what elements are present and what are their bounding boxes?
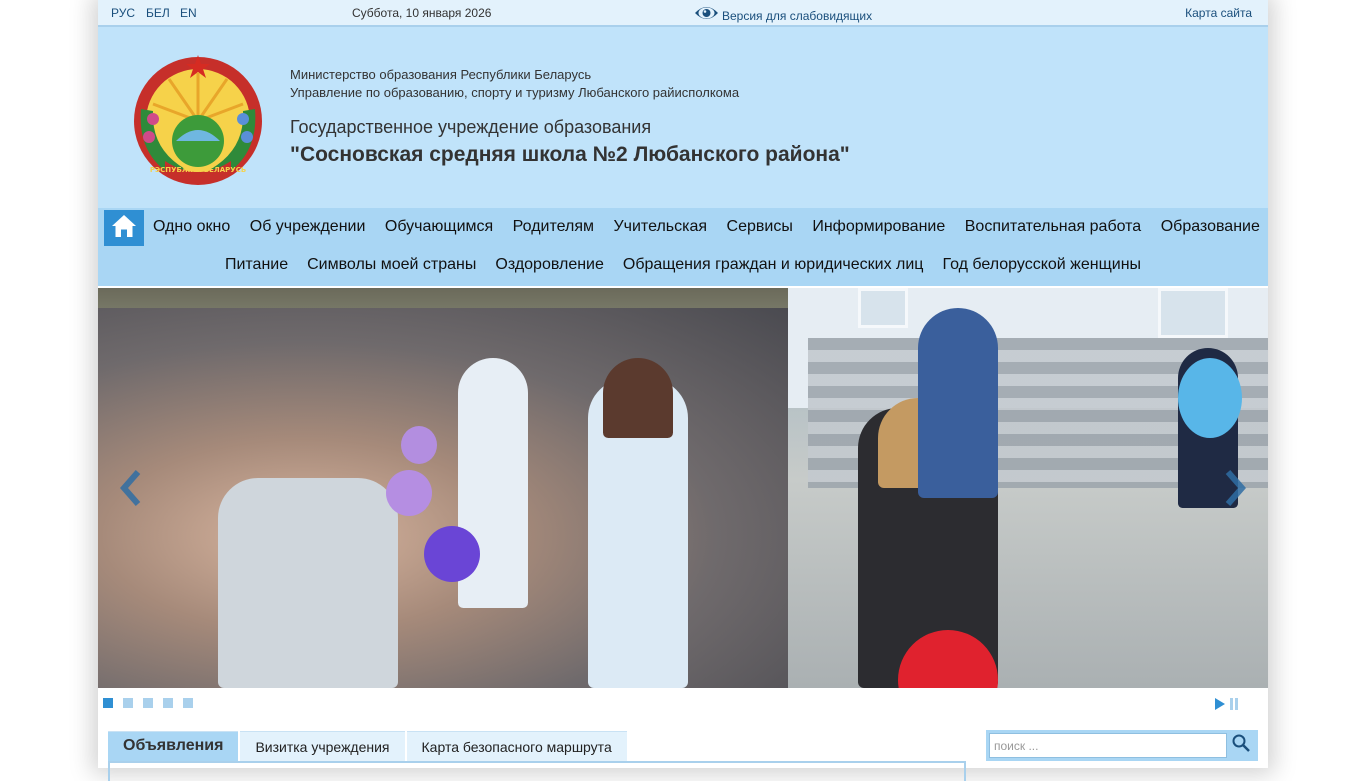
nav-item[interactable]: Родителям (513, 218, 594, 236)
slide-person (918, 308, 998, 498)
nav-item[interactable]: Сервисы (727, 218, 793, 236)
eye-icon (694, 3, 719, 26)
home-icon (111, 214, 137, 243)
lang-by-link[interactable]: БЕЛ (146, 6, 170, 20)
pause-icon (1230, 697, 1238, 714)
site-header: РЭСПУБЛІКА БЕЛАРУСЬ Министерство образов… (98, 27, 1268, 208)
slider-next-button[interactable] (1220, 468, 1250, 508)
chevron-right-icon (1220, 470, 1250, 512)
slider-pause-button[interactable] (1230, 697, 1238, 715)
search-icon (1232, 734, 1250, 757)
belarus-emblem-logo[interactable]: РЭСПУБЛІКА БЕЛАРУСЬ (129, 49, 267, 187)
nav-row-primary: Одно окно Об учреждении Обучающимся Родител… (153, 218, 1279, 236)
current-date: Суббота, 10 января 2026 (352, 6, 492, 20)
nav-item[interactable]: Одно окно (153, 218, 230, 236)
nav-item[interactable]: Обращения граждан и юридических лиц (623, 256, 924, 274)
low-vision-link[interactable]: Версия для слабовидящих (694, 3, 872, 26)
nav-item[interactable]: Образование (1161, 218, 1260, 236)
slider-dot[interactable] (143, 698, 153, 708)
content-tabs: Объявления Визитка учреждения Карта безопа… (108, 731, 629, 761)
ministry-name: Министерство образования Республики Бела… (290, 67, 592, 82)
search-box (986, 730, 1258, 761)
search-input[interactable] (989, 733, 1227, 758)
slider-dot[interactable] (183, 698, 193, 708)
slider-play-button[interactable] (1214, 697, 1225, 715)
nav-item[interactable]: Оздоровление (495, 256, 604, 274)
chevron-left-icon (116, 470, 146, 512)
nav-item[interactable]: Символы моей страны (307, 256, 476, 274)
slide-person (218, 478, 398, 688)
emblem-text: РЭСПУБЛІКА БЕЛАРУСЬ (150, 166, 246, 174)
slide-window (858, 288, 908, 328)
nav-item[interactable]: Год белорусской женщины (942, 256, 1141, 274)
slider-dot[interactable] (103, 698, 113, 708)
sitemap-link[interactable]: Карта сайта (1185, 6, 1252, 20)
tab[interactable]: Карта безопасного маршрута (406, 731, 627, 761)
slide-balloon (401, 426, 437, 464)
slide-balloon (386, 470, 432, 516)
nav-item[interactable]: Об учреждении (250, 218, 366, 236)
org-type: Государственное учреждение образования (290, 117, 652, 137)
home-button[interactable] (104, 210, 144, 246)
play-icon (1214, 697, 1225, 714)
tab-panel (108, 761, 966, 781)
photo-slider[interactable] (98, 288, 1268, 688)
nav-item[interactable]: Учительская (613, 218, 707, 236)
slide-balloon (1178, 358, 1242, 438)
low-vision-label: Версия для слабовидящих (722, 8, 873, 23)
department-name: Управление по образованию, спорту и тури… (290, 85, 740, 100)
nav-item[interactable]: Информирование (812, 218, 945, 236)
nav-item[interactable]: Питание (225, 256, 288, 274)
site-title[interactable]: "Сосновская средняя школа №2 Любанского … (290, 143, 850, 167)
lang-en-link[interactable]: EN (180, 6, 197, 20)
lang-ru-link[interactable]: РУС (111, 6, 135, 20)
search-button[interactable] (1228, 734, 1254, 757)
nav-row-secondary: Питание Символы моей страны Оздоровление Об… (98, 256, 1268, 274)
slide-balloon (424, 526, 480, 582)
slider-dot[interactable] (163, 698, 173, 708)
slider-dot[interactable] (123, 698, 133, 708)
main-nav: Одно окно Об учреждении Обучающимся Родител… (98, 208, 1268, 286)
slide-person (603, 358, 673, 438)
tab[interactable]: Визитка учреждения (240, 731, 405, 761)
top-bar: РУС БЕЛ EN Суббота, 10 января 2026 Верси… (98, 0, 1268, 27)
nav-item[interactable]: Обучающимся (385, 218, 493, 236)
page: РУС БЕЛ EN Суббота, 10 января 2026 Верси… (98, 0, 1268, 781)
tab[interactable]: Объявления (108, 731, 239, 761)
slider-prev-button[interactable] (116, 468, 146, 508)
slide-window (1158, 288, 1228, 338)
nav-item[interactable]: Воспитательная работа (965, 218, 1141, 236)
slider-pagination (103, 698, 203, 708)
